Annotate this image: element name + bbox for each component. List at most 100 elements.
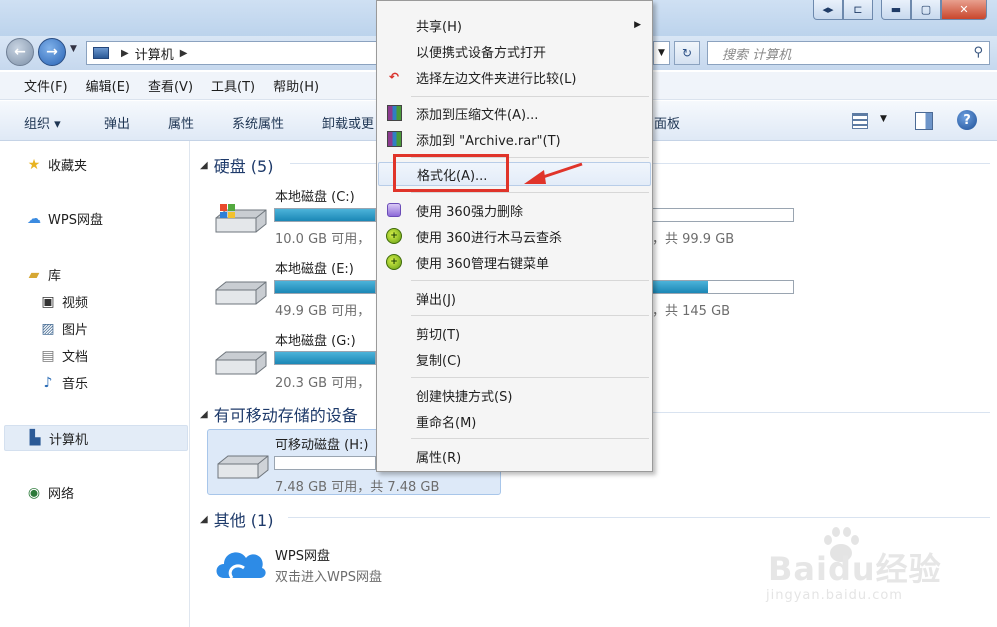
menu-item-label: 属性(R) <box>416 450 462 466</box>
drive-e-icon <box>215 281 267 305</box>
sidebar-item-label: 文档 <box>62 350 89 365</box>
maximize-button[interactable]: ▢ <box>911 0 941 20</box>
menu-item-rename[interactable]: 重命名(M) <box>378 409 651 433</box>
refresh-button[interactable]: ↻ <box>674 41 700 65</box>
control-panel-button[interactable]: 面板 <box>654 113 680 132</box>
menu-view[interactable]: 查看(V) <box>148 76 193 95</box>
uninstall-button[interactable]: 卸载或更 <box>322 113 374 132</box>
address-dropdown[interactable]: ▼ <box>654 41 670 65</box>
close-button[interactable]: ✕ <box>941 0 987 20</box>
preview-pane-icon[interactable] <box>915 112 933 130</box>
menu-item-label: 创建快捷方式(S) <box>416 389 513 405</box>
eject-button[interactable]: 弹出 <box>104 113 130 132</box>
group-title: 其他 (1) <box>213 511 274 530</box>
sidebar-item-label: 音乐 <box>62 377 89 392</box>
group-header-hard-disks[interactable]: ◢ 硬盘 (5) <box>200 153 273 177</box>
menu-item-create-shortcut[interactable]: 创建快捷方式(S) <box>378 383 651 407</box>
snap-icon[interactable]: ⊏ <box>843 0 873 20</box>
menu-item-label: 添加到 "Archive.rar"(T) <box>416 133 561 149</box>
sidebar-item-label: 计算机 <box>49 432 89 448</box>
menu-item-label: 使用 360进行木马云查杀 <box>416 230 562 246</box>
organize-label: 组织 <box>24 117 51 132</box>
shredder-icon <box>385 201 403 219</box>
wps-cloud-name[interactable]: WPS网盘 <box>275 545 330 564</box>
usage-fill <box>652 281 709 293</box>
annotation-arrow-icon <box>524 162 583 184</box>
usage-fill <box>275 209 375 221</box>
breadcrumb-chevron-icon[interactable]: ▶ <box>180 48 188 59</box>
document-icon: ▤ <box>41 347 55 364</box>
breadcrumb-chevron-icon[interactable]: ▶ <box>121 48 129 59</box>
menu-item-add-archive[interactable]: 添加到压缩文件(A)... <box>378 101 651 125</box>
menu-file[interactable]: 文件(F) <box>24 76 68 95</box>
compare-arrow-icon: ↶ <box>388 70 400 84</box>
submenu-arrow-icon: ▶ <box>634 20 641 30</box>
picture-icon: ▨ <box>41 320 55 337</box>
drive-e-usage-bar <box>274 280 376 294</box>
menu-item-360-scan[interactable]: + 使用 360进行木马云查杀 <box>378 224 651 248</box>
collapse-triangle-icon[interactable]: ◢ <box>200 409 208 420</box>
sidebar-item-label: 视频 <box>62 296 89 311</box>
menu-item-360-delete[interactable]: 使用 360强力删除 <box>378 198 651 222</box>
watermark-url: jingyan.baidu.com <box>766 588 903 603</box>
sidebar-item-network[interactable]: ◉ 网络 <box>26 483 75 503</box>
menu-item-open-portable[interactable]: 以便携式设备方式打开 <box>378 39 651 63</box>
drive-d-usage-bar <box>652 208 794 222</box>
menu-item-share[interactable]: 共享(H) ▶ <box>378 13 651 37</box>
search-input[interactable]: 搜索 计算机 ⚲ <box>707 41 990 65</box>
sidebar-item-documents[interactable]: ▤ 文档 <box>40 346 89 366</box>
sidebar-item-libraries[interactable]: ▰ 库 <box>26 265 62 285</box>
drive-h-name[interactable]: 可移动磁盘 (H:) <box>275 434 368 453</box>
sidebar-item-label: 收藏夹 <box>48 159 88 174</box>
view-dropdown[interactable]: ▼ <box>880 114 887 124</box>
drive-e-name[interactable]: 本地磁盘 (E:) <box>275 258 354 277</box>
drive-h-free: 7.48 GB 可用，共 7.48 GB <box>275 480 440 495</box>
sidebar-item-favorites[interactable]: ★ 收藏夹 <box>26 155 88 175</box>
sidebar-item-wps-cloud[interactable]: ☁ WPS网盘 <box>26 209 103 229</box>
minimize-button[interactable]: ▬ <box>881 0 911 20</box>
menu-tools[interactable]: 工具(T) <box>211 76 255 95</box>
menu-separator <box>411 438 649 439</box>
drive-c-usage-bar <box>274 208 376 222</box>
breadcrumb-computer[interactable]: 计算机 <box>135 44 174 63</box>
sidebar-item-videos[interactable]: ▣ 视频 <box>40 292 89 312</box>
menu-item-label: 弹出(J) <box>416 292 456 308</box>
group-divider <box>653 412 990 413</box>
sidebar-item-computer[interactable]: ▙ 计算机 <box>4 425 188 451</box>
collapse-triangle-icon[interactable]: ◢ <box>200 160 208 171</box>
drive-g-name[interactable]: 本地磁盘 (G:) <box>275 330 356 349</box>
menu-item-360-manage[interactable]: + 使用 360管理右键菜单 <box>378 250 651 274</box>
menu-item-copy[interactable]: 复制(C) <box>378 347 651 371</box>
collapse-triangle-icon[interactable]: ◢ <box>200 514 208 525</box>
recent-pages-dropdown[interactable]: ▼ <box>70 44 77 54</box>
menu-item-properties[interactable]: 属性(R) <box>378 444 651 468</box>
menu-item-add-rar[interactable]: 添加到 "Archive.rar"(T) <box>378 127 651 151</box>
menu-item-eject[interactable]: 弹出(J) <box>378 286 651 310</box>
group-header-other[interactable]: ◢ 其他 (1) <box>200 507 273 531</box>
group-divider <box>288 517 990 518</box>
menu-item-label: 使用 360管理右键菜单 <box>416 256 549 272</box>
drive-c-name[interactable]: 本地磁盘 (C:) <box>275 186 355 205</box>
usage-fill <box>275 281 375 293</box>
back-button[interactable]: ← <box>6 38 34 66</box>
menu-item-cut[interactable]: 剪切(T) <box>378 321 651 345</box>
properties-button[interactable]: 属性 <box>168 113 194 132</box>
sidebar-item-label: 网络 <box>48 487 75 502</box>
restore-arrows-icon[interactable]: ◂▸ <box>813 0 843 20</box>
search-icon[interactable]: ⚲ <box>973 45 983 60</box>
menu-edit[interactable]: 编辑(E) <box>86 76 130 95</box>
library-folder-icon: ▰ <box>28 266 40 283</box>
wps-cloud-icon <box>216 552 266 579</box>
organize-button[interactable]: 组织 ▾ <box>24 113 61 132</box>
sidebar-item-label: 库 <box>48 269 62 284</box>
help-icon[interactable]: ? <box>957 110 977 130</box>
system-properties-button[interactable]: 系统属性 <box>232 113 284 132</box>
forward-button[interactable]: → <box>38 38 66 66</box>
sidebar-item-pictures[interactable]: ▨ 图片 <box>40 319 88 339</box>
menu-item-compare[interactable]: ↶ 选择左边文件夹进行比较(L) <box>378 65 651 89</box>
sidebar-item-music[interactable]: ♪ 音乐 <box>40 373 89 393</box>
group-header-removable[interactable]: ◢ 有可移动存储的设备 <box>200 402 358 426</box>
menu-help[interactable]: 帮助(H) <box>273 76 319 95</box>
change-view-icon[interactable] <box>852 113 868 129</box>
music-icon: ♪ <box>43 374 53 391</box>
